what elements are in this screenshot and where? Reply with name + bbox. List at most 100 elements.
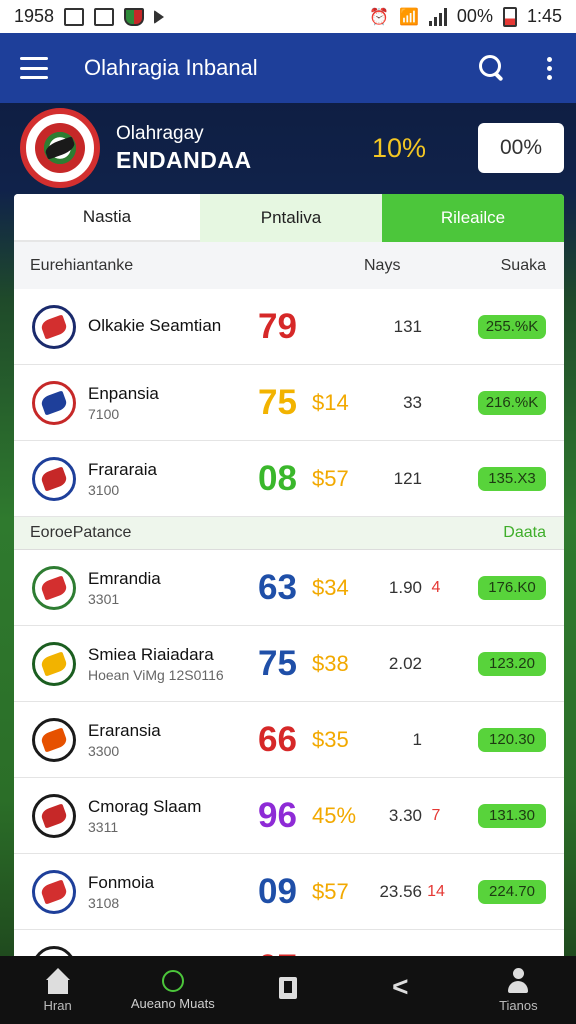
nav-share[interactable]: [348, 971, 458, 1005]
nav-matches-label: Aueano Muats: [130, 995, 215, 1011]
team-row-price: $35: [312, 726, 349, 752]
team-row-flag: 14: [427, 882, 445, 900]
search-icon[interactable]: [477, 53, 507, 83]
team-crest-icon: [32, 793, 76, 838]
menu-icon[interactable]: [20, 57, 48, 79]
match-icon: [161, 969, 184, 992]
team-row-name: Enpansia: [88, 383, 159, 403]
team-row-sub: 7100: [88, 405, 120, 422]
tab-nastia[interactable]: Nastia: [14, 194, 200, 242]
image-icon: [64, 7, 85, 26]
team-crest-icon: [32, 304, 76, 349]
standings-card: Nastia Pntaliva Rileailce Eurehiantanke …: [14, 194, 564, 1024]
tab-rileailce[interactable]: Rileailce: [382, 194, 564, 242]
team-row[interactable]: Fonmoia 3108 09 $57 23.56 14 224.70: [14, 854, 564, 930]
section-header-1: Eurehiantanke Nays Suaka: [14, 242, 564, 289]
team-row[interactable]: Frararaia 3100 08 $57 121 135.X3: [14, 441, 564, 517]
photo-icon: [94, 7, 115, 26]
team-row-sub: 3300: [88, 742, 120, 759]
app-title: Olahragia Inbanal: [84, 55, 258, 80]
team-row-name: Smiea Riaiadara: [88, 644, 214, 664]
team-names: Olahragay ENDANDAA: [116, 123, 372, 174]
team-row[interactable]: Cmorag Slaam 3311 96 45% 3.30 7 131.30: [14, 778, 564, 854]
team-row-score: 79: [258, 306, 297, 346]
team-header: Olahragay ENDANDAA 10% 00%: [0, 103, 576, 193]
team-row-price: $57: [312, 465, 349, 491]
team-crest-icon: [32, 641, 76, 686]
team-row-flag: 4: [431, 578, 441, 596]
book-icon: [275, 975, 301, 1001]
team-logo: [20, 108, 100, 188]
section-header-2: EoroePatance Daata: [14, 517, 564, 550]
section-title-1: Eurehiantanke: [30, 256, 134, 274]
team-name-block: Smiea Riaiadara Hoean ViMg 12S0116: [88, 645, 258, 683]
team-percent: 10%: [371, 132, 426, 163]
status-left: 1958: [14, 6, 165, 27]
team-row-nays: 1: [412, 729, 422, 749]
team-name: ENDANDAA: [116, 146, 252, 173]
alarm-icon: ⏰: [369, 8, 389, 26]
team-row-name: Emrandia: [88, 568, 161, 588]
team-row-score: 96: [258, 795, 297, 835]
team-row-score: 75: [258, 382, 297, 422]
team-row[interactable]: Emrandia 3301 63 $34 1.90 4 176.K0: [14, 550, 564, 626]
team-row-score: 75: [258, 643, 297, 683]
team-row-badge: 120.30: [478, 727, 546, 752]
team-row[interactable]: Eraransia 3300 66 $35 1 120.30: [14, 702, 564, 778]
team-row-badge: 255.%K: [478, 314, 546, 339]
nav-profile[interactable]: Tianos: [463, 967, 573, 1013]
team-crest-icon: [32, 869, 76, 914]
column-header-suaka: Suaka: [500, 256, 546, 274]
wifi-icon: 📶: [399, 8, 419, 26]
team-crest-icon: [32, 380, 76, 425]
team-row-nays: 23.56: [379, 881, 422, 901]
team-row-name: Frararaia: [88, 459, 157, 479]
team-row-nays: 3.30: [388, 805, 422, 825]
team-name-block: Emrandia 3301: [88, 569, 258, 607]
team-row-score: 09: [258, 871, 297, 911]
battery-percent: 00%: [456, 6, 493, 26]
app-bar: Olahragia Inbanal: [0, 33, 576, 103]
team-name-block: Fonmoia 3108: [88, 873, 258, 911]
team-crest-icon: [32, 565, 76, 610]
share-icon: [390, 971, 416, 1003]
team-row-nays: 33: [403, 392, 422, 412]
user-icon: [505, 967, 531, 994]
status-bar: 1958 ⏰ 📶 00% 1:45: [0, 0, 576, 33]
team-crest-icon: [32, 456, 76, 501]
team-row-price: $38: [312, 650, 349, 676]
team-row[interactable]: Enpansia 7100 75 $14 33 216.%K: [14, 365, 564, 441]
team-row-sub: 3108: [88, 894, 120, 911]
team-row-price: $57: [312, 878, 349, 904]
team-row-sub: 3100: [88, 481, 120, 498]
tab-bar: Nastia Pntaliva Rileailce: [14, 194, 564, 242]
column-header-nays: Nays: [364, 256, 401, 274]
battery-icon: [502, 6, 517, 27]
section-link-data[interactable]: Daata: [503, 524, 546, 542]
team-row-flag: 7: [431, 806, 441, 824]
signal-icon: [428, 7, 447, 26]
team-row-score: 66: [258, 719, 297, 759]
team-row-badge: 135.X3: [478, 466, 546, 491]
team-name-block: Eraransia 3300: [88, 721, 258, 759]
nav-book[interactable]: [233, 975, 343, 1005]
nav-home[interactable]: Hran: [3, 967, 113, 1013]
nav-matches[interactable]: Aueano Muats: [118, 969, 228, 1011]
team-row-badge: 176.K0: [478, 575, 546, 600]
team-row-sub: Hoean ViMg 12S0116: [88, 666, 224, 683]
team-row-price: $34: [312, 574, 349, 600]
team-row-price: 45%: [312, 802, 357, 828]
team-row-nays: 1.90: [388, 577, 422, 597]
nav-home-label: Hran: [43, 997, 72, 1013]
team-row[interactable]: Smiea Riaiadara Hoean ViMg 12S0116 75 $38 2.…: [14, 626, 564, 702]
team-row-sub: 3311: [88, 818, 119, 835]
more-options-icon[interactable]: [543, 56, 556, 80]
team-value-box[interactable]: 00%: [478, 123, 564, 173]
nav-profile-label: Tianos: [499, 997, 538, 1013]
tab-pntaliva[interactable]: Pntaliva: [200, 194, 382, 242]
status-time-right: 1:45: [526, 6, 562, 26]
shield-icon: [124, 7, 145, 26]
team-row-name: Eraransia: [88, 720, 161, 740]
team-row[interactable]: Olkakie Seamtian 79 131 255.%K: [14, 289, 564, 365]
status-time-left: 1958: [14, 6, 55, 26]
